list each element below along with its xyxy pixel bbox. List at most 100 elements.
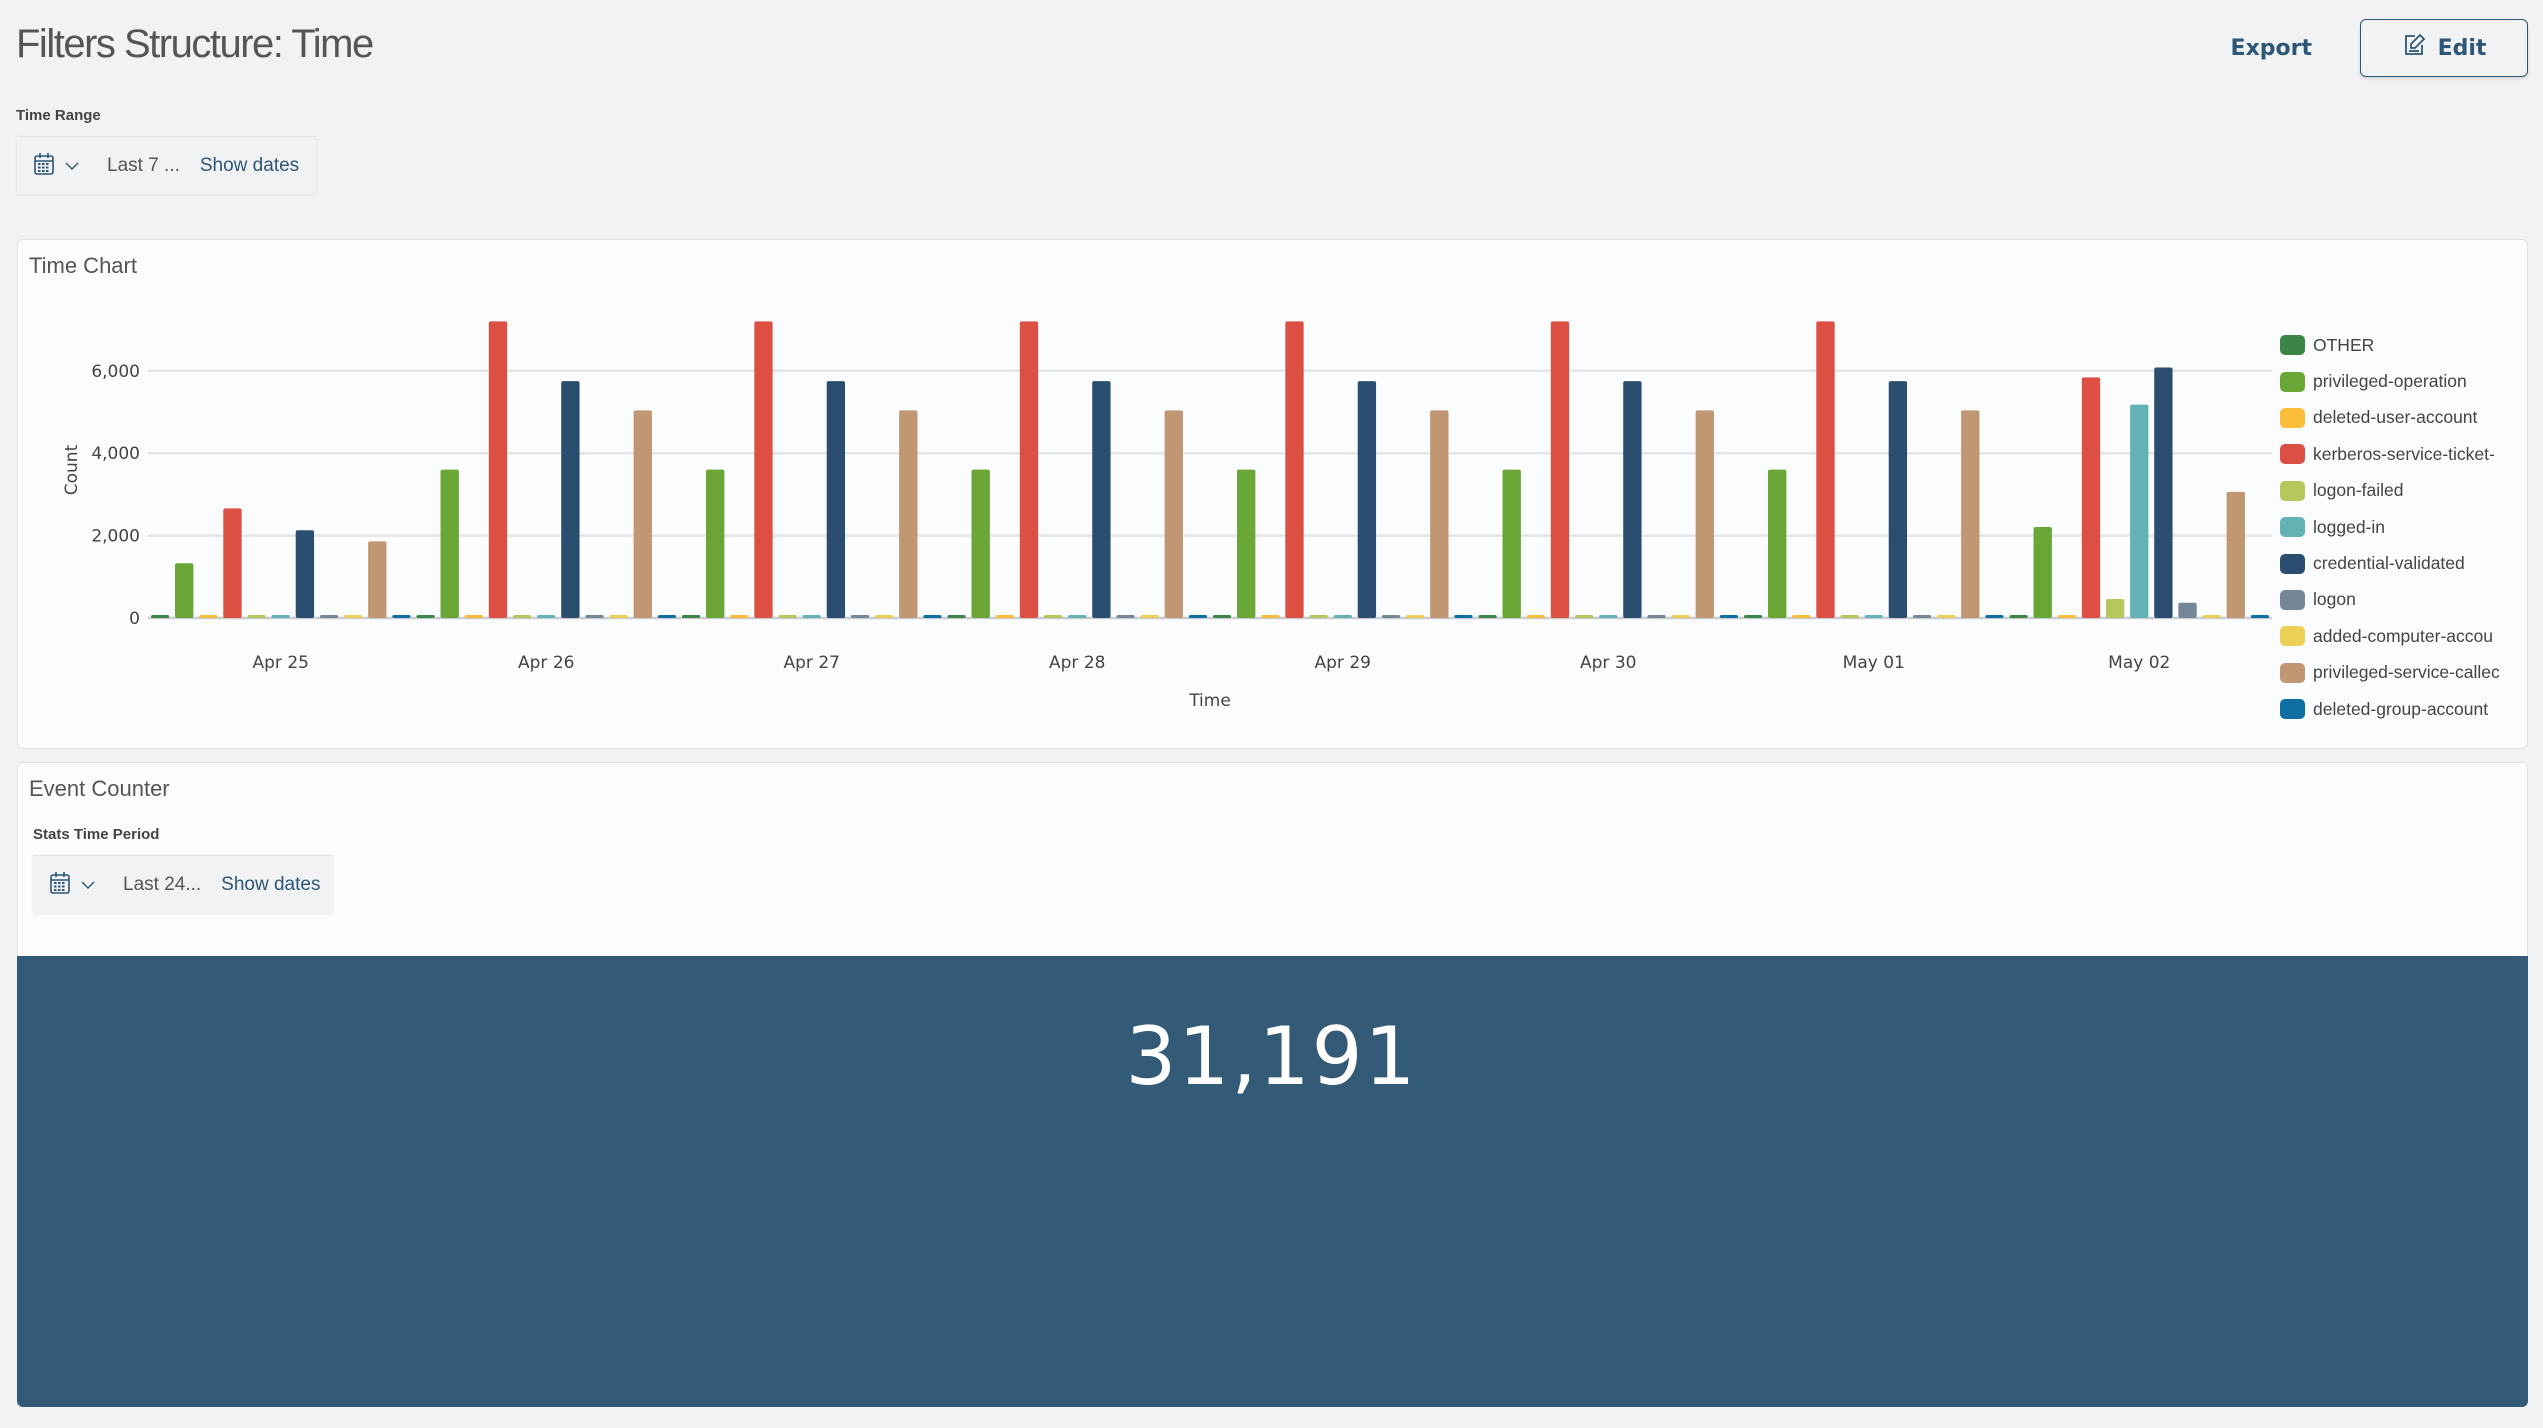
- bar-privileged-operation-apr-26[interactable]: [440, 469, 459, 618]
- bar-deleted-user-account-may-01[interactable]: [1792, 615, 1811, 618]
- bar-kerberos-service-ticket--apr-28[interactable]: [1019, 321, 1039, 618]
- bar-logged-in-apr-29[interactable]: [1333, 615, 1352, 618]
- bar-deleted-user-account-apr-30[interactable]: [1526, 615, 1546, 618]
- bar-deleted-group-account-apr-25[interactable]: [392, 615, 411, 618]
- bar-logon-failed-may-01[interactable]: [1840, 615, 1859, 618]
- bar-deleted-group-account-apr-30[interactable]: [1719, 615, 1739, 618]
- bar-privileged-operation-apr-27[interactable]: [706, 469, 725, 618]
- legend-item[interactable]: deleted-user-account: [2280, 400, 2499, 436]
- bar-OTHER-apr-28[interactable]: [947, 615, 966, 618]
- bar-logged-in-apr-25[interactable]: [271, 615, 290, 618]
- bar-added-computer-accou-apr-30[interactable]: [1671, 615, 1690, 618]
- bar-privileged-service-callec-apr-29[interactable]: [1430, 410, 1449, 618]
- bar-logon-may-01[interactable]: [1912, 615, 1932, 618]
- bar-deleted-group-account-may-02[interactable]: [2250, 615, 2270, 618]
- bar-credential-validated-apr-26[interactable]: [561, 381, 580, 618]
- bar-deleted-user-account-apr-26[interactable]: [464, 615, 484, 618]
- bar-OTHER-apr-27[interactable]: [681, 615, 701, 618]
- bar-credential-validated-apr-25[interactable]: [295, 530, 315, 618]
- bar-logged-in-apr-26[interactable]: [537, 615, 556, 618]
- bar-logon-apr-30[interactable]: [1647, 615, 1666, 618]
- legend-item[interactable]: OTHER: [2280, 327, 2499, 363]
- bar-credential-validated-may-01[interactable]: [1888, 381, 1908, 618]
- bar-logon-failed-may-02[interactable]: [2105, 599, 2125, 618]
- bar-privileged-operation-may-02[interactable]: [2033, 526, 2052, 618]
- bar-added-computer-accou-may-02[interactable]: [2202, 615, 2221, 618]
- legend-item[interactable]: logon-failed: [2280, 473, 2499, 509]
- bar-OTHER-apr-29[interactable]: [1212, 615, 1232, 618]
- bar-privileged-operation-apr-30[interactable]: [1502, 469, 1521, 618]
- bar-privileged-operation-apr-29[interactable]: [1237, 469, 1256, 618]
- bar-logged-in-apr-28[interactable]: [1068, 615, 1087, 618]
- bar-privileged-operation-may-01[interactable]: [1768, 469, 1787, 618]
- legend-item[interactable]: privileged-service-callec: [2280, 655, 2499, 691]
- bar-privileged-service-callec-apr-27[interactable]: [899, 410, 918, 618]
- legend-item[interactable]: privileged-operation: [2280, 363, 2499, 399]
- bar-credential-validated-apr-29[interactable]: [1357, 381, 1377, 618]
- legend-item[interactable]: added-computer-accou: [2280, 618, 2499, 654]
- bar-OTHER-apr-30[interactable]: [1478, 615, 1497, 618]
- show-dates-link[interactable]: Show dates: [221, 874, 320, 896]
- bar-OTHER-may-01[interactable]: [1743, 615, 1763, 618]
- bar-logon-failed-apr-29[interactable]: [1309, 615, 1328, 618]
- bar-logged-in-apr-30[interactable]: [1599, 615, 1618, 618]
- bar-logon-apr-25[interactable]: [319, 615, 339, 618]
- bar-deleted-group-account-apr-27[interactable]: [923, 615, 942, 618]
- bar-privileged-service-callec-apr-30[interactable]: [1695, 410, 1714, 618]
- bar-privileged-service-callec-apr-28[interactable]: [1164, 410, 1183, 618]
- bar-added-computer-accou-apr-26[interactable]: [609, 615, 628, 618]
- bar-logged-in-apr-27[interactable]: [802, 615, 821, 618]
- bar-OTHER-apr-26[interactable]: [416, 615, 435, 618]
- bar-deleted-user-account-apr-28[interactable]: [995, 615, 1015, 618]
- bar-logged-in-may-01[interactable]: [1864, 615, 1883, 618]
- bar-deleted-user-account-apr-27[interactable]: [730, 615, 749, 618]
- bar-kerberos-service-ticket--may-02[interactable]: [2081, 377, 2101, 618]
- bar-OTHER-may-02[interactable]: [2009, 615, 2028, 618]
- bar-logon-apr-28[interactable]: [1116, 615, 1135, 618]
- bar-logon-failed-apr-27[interactable]: [778, 615, 797, 618]
- bar-deleted-user-account-apr-25[interactable]: [199, 615, 218, 618]
- bar-credential-validated-apr-28[interactable]: [1092, 381, 1111, 618]
- legend-item[interactable]: logon: [2280, 582, 2499, 618]
- bar-privileged-service-callec-apr-26[interactable]: [633, 410, 652, 618]
- bar-added-computer-accou-apr-27[interactable]: [874, 615, 894, 618]
- bar-added-computer-accou-may-01[interactable]: [1936, 615, 1956, 618]
- bar-logon-failed-apr-28[interactable]: [1043, 615, 1063, 618]
- bar-deleted-group-account-apr-28[interactable]: [1188, 615, 1208, 618]
- bar-deleted-group-account-may-01[interactable]: [1985, 615, 2004, 618]
- bar-kerberos-service-ticket--apr-25[interactable]: [223, 508, 242, 618]
- bar-logon-failed-apr-25[interactable]: [247, 615, 266, 618]
- bar-deleted-group-account-apr-29[interactable]: [1454, 615, 1473, 618]
- bar-deleted-user-account-may-02[interactable]: [2057, 615, 2077, 618]
- bar-added-computer-accou-apr-25[interactable]: [343, 615, 363, 618]
- bar-privileged-service-callec-may-01[interactable]: [1961, 410, 1980, 618]
- bar-deleted-user-account-apr-29[interactable]: [1261, 615, 1280, 618]
- bar-credential-validated-apr-27[interactable]: [826, 381, 846, 618]
- bar-logon-failed-apr-30[interactable]: [1574, 615, 1594, 618]
- bar-added-computer-accou-apr-28[interactable]: [1140, 615, 1159, 618]
- bar-OTHER-apr-25[interactable]: [150, 615, 170, 618]
- legend-item[interactable]: kerberos-service-ticket-: [2280, 436, 2499, 472]
- bar-privileged-operation-apr-25[interactable]: [175, 563, 194, 618]
- bar-logon-failed-apr-26[interactable]: [512, 615, 532, 618]
- stats-time-period-dropdown[interactable]: [49, 871, 95, 899]
- bar-kerberos-service-ticket--may-01[interactable]: [1816, 321, 1835, 618]
- bar-logon-may-02[interactable]: [2178, 602, 2197, 618]
- bar-kerberos-service-ticket--apr-27[interactable]: [754, 321, 773, 618]
- bar-logged-in-may-02[interactable]: [2130, 404, 2149, 618]
- bar-logon-apr-29[interactable]: [1381, 615, 1401, 618]
- bar-logon-apr-26[interactable]: [585, 615, 604, 618]
- legend-item[interactable]: credential-validated: [2280, 545, 2499, 581]
- bar-privileged-service-callec-apr-25[interactable]: [368, 541, 387, 618]
- bar-kerberos-service-ticket--apr-26[interactable]: [488, 321, 508, 618]
- bar-added-computer-accou-apr-29[interactable]: [1405, 615, 1425, 618]
- bar-credential-validated-apr-30[interactable]: [1623, 381, 1642, 618]
- bar-kerberos-service-ticket--apr-30[interactable]: [1550, 321, 1570, 618]
- bar-kerberos-service-ticket--apr-29[interactable]: [1285, 321, 1304, 618]
- bar-logon-apr-27[interactable]: [850, 615, 870, 618]
- legend-item[interactable]: logged-in: [2280, 509, 2499, 545]
- bar-privileged-operation-apr-28[interactable]: [971, 469, 990, 618]
- bar-credential-validated-may-02[interactable]: [2154, 367, 2173, 618]
- legend-item[interactable]: deleted-group-account: [2280, 691, 2499, 727]
- bar-privileged-service-callec-may-02[interactable]: [2226, 491, 2245, 618]
